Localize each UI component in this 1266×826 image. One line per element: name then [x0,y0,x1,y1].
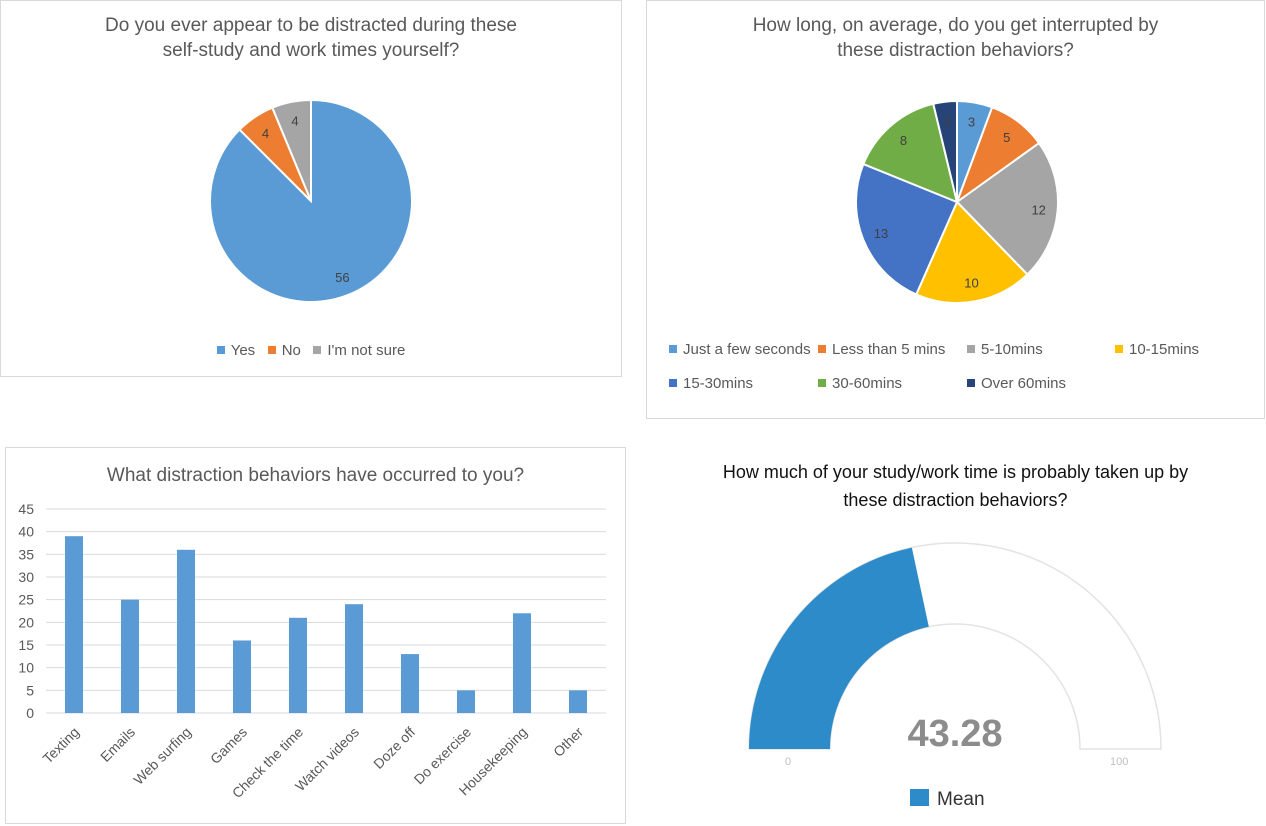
y-tick-label: 45 [18,501,34,517]
bar [457,690,475,713]
x-tick-label: Texting [39,724,82,767]
legend-label: Yes [230,342,256,359]
bar [345,604,363,713]
y-tick-label: 5 [26,682,34,698]
legend-item: Over 60mins [967,375,1066,392]
pie-legend: Just a few seconds Less than 5 mins 5-10… [647,341,1264,401]
legend-swatch [216,346,225,355]
legend-swatch [818,379,826,388]
legend-item-no: No [267,342,301,359]
bar [121,599,139,713]
chart-title-line: How long, on average, do you get interru… [752,15,1159,36]
legend-item-yes: Yes [216,342,256,359]
pie-data-label: 4 [262,126,269,141]
time-gauge-panel: How much of your study/work time is prob… [646,447,1265,826]
y-tick-label: 25 [18,592,34,608]
gauge-legend: Mean [910,789,985,811]
chart-title: Do you ever appear to be distracted duri… [1,13,621,63]
pie-data-label: 12 [1031,202,1045,217]
legend-label: 5-10mins [981,341,1043,358]
bar [513,613,531,713]
legend-swatch [910,789,929,807]
y-tick-label: 10 [18,660,34,676]
chart-title-line: Do you ever appear to be distracted duri… [105,15,517,36]
legend-label: 30-60mins [832,375,903,392]
pie-chart: 56 4 4 [209,98,413,303]
pie-chart: 3 5 12 10 13 8 2 [855,99,1059,304]
pie-data-label: 10 [964,276,978,291]
bar [65,536,83,713]
y-tick-label: 20 [18,614,34,630]
chart-title: How much of your study/work time is prob… [646,458,1265,514]
chart-title-line: self-study and work times yourself? [162,40,460,61]
y-tick-label: 35 [18,546,34,562]
bar-chart: 0 5 10 15 20 25 30 35 40 45 Texting EmailsWeb surfi… [18,501,606,801]
y-tick-label: 30 [18,569,34,585]
x-tick-label: Other [550,724,586,760]
bar [177,549,195,713]
bar [233,640,251,713]
chart-title-line: these distraction behaviors? [837,40,1074,61]
legend-label: Over 60mins [981,375,1067,392]
legend-item: 10-15mins [1115,341,1199,358]
legend-item: 15-30mins [669,375,753,392]
interruption-pie-panel: How long, on average, do you get interru… [646,0,1265,419]
pie-data-label: 8 [900,133,907,148]
legend-label: I'm not sure [327,342,406,359]
legend-swatch [669,345,677,354]
legend-item: 30-60mins [818,375,902,392]
legend-swatch [313,346,322,355]
legend-swatch [267,346,276,355]
legend-label: 10-15mins [1129,341,1200,358]
legend-label: Mean [937,789,985,810]
chart-title-line: How much of your study/work time is prob… [722,462,1189,482]
legend-item-not-sure: I'm not sure [313,342,405,359]
pie-legend: Yes No I'm not sure [1,342,621,359]
chart-title: How long, on average, do you get interru… [647,13,1264,63]
pie-data-label: 56 [335,270,349,285]
bar [401,654,419,713]
bar [569,690,587,713]
legend-item: Less than 5 mins [818,341,945,358]
pie-data-label: 5 [1003,130,1010,145]
legend-swatch [1115,345,1123,354]
legend-item: Just a few seconds [669,341,811,358]
x-tick-label: Games [207,724,250,767]
legend-label: 15-30mins [683,375,754,392]
x-tick-label: Emails [97,724,138,765]
bar [289,617,307,713]
pie-data-label: 3 [968,114,975,129]
legend-label: Just a few seconds [683,341,811,358]
y-tick-label: 40 [18,524,34,540]
gauge-min-label: 0 [785,756,792,768]
legend-label: Less than 5 mins [832,341,946,358]
legend-label: No [281,342,301,359]
legend-swatch [818,345,826,354]
behaviors-bar-panel: What distraction behaviors have occurred… [5,447,626,824]
pie-data-label: 4 [291,114,298,129]
legend-swatch [669,379,677,388]
chart-title: What distraction behaviors have occurred… [106,465,525,486]
y-tick-label: 15 [18,637,34,653]
legend-swatch [967,379,975,388]
pie-data-label: 2 [944,114,951,129]
x-tick-label: Web surfing [130,724,194,788]
gauge-max-label: 100 [1110,756,1129,768]
pie-data-label: 13 [874,226,888,241]
legend-item: 5-10mins [967,341,1043,358]
x-tick-label: Doze off [370,724,418,772]
chart-title-line: these distraction behaviors? [843,490,1068,510]
gauge-value: 43.28 [907,713,1003,755]
y-tick-label: 0 [26,705,34,721]
distracted-pie-panel: Do you ever appear to be distracted duri… [0,0,622,377]
legend-swatch [967,345,975,354]
